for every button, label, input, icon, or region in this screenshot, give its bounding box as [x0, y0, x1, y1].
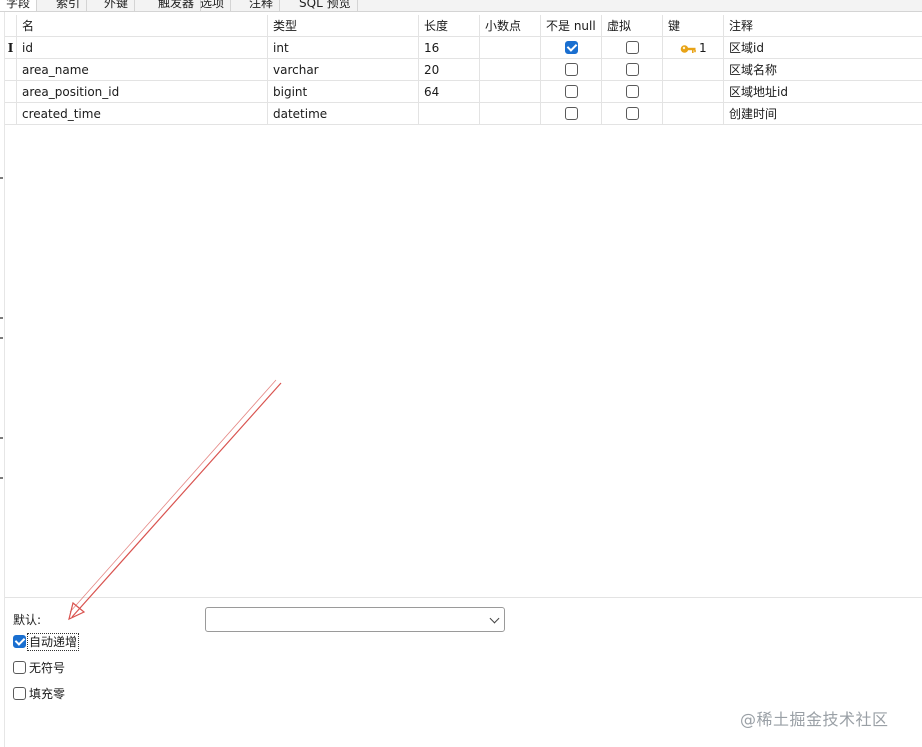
field-type-cell[interactable]: datetime [268, 103, 419, 125]
virtual-cell [602, 37, 663, 59]
header-key[interactable]: 键 [663, 15, 724, 37]
not-null-cell [541, 59, 602, 81]
not-null-checkbox[interactable] [564, 85, 578, 98]
field-length-cell[interactable]: 64 [419, 81, 480, 103]
table-row[interactable]: area_position_id bigint 64 区域地址id [5, 81, 922, 103]
field-length-cell[interactable]: 16 [419, 37, 480, 59]
key-cell[interactable]: 1 [663, 37, 724, 59]
field-comment-cell[interactable]: 区域地址id [724, 81, 922, 103]
zerofill-option[interactable]: 填充零 [13, 686, 66, 702]
header-name[interactable]: 名 [17, 15, 268, 37]
header-virtual[interactable]: 虚拟 [602, 15, 663, 37]
field-name-cell[interactable]: created_time [17, 103, 268, 125]
virtual-checkbox[interactable] [625, 85, 639, 98]
panel-divider [5, 597, 922, 598]
virtual-checkbox[interactable] [625, 41, 639, 54]
table-row[interactable]: I id int 16 1 区域id [5, 37, 922, 59]
edge-mark [0, 437, 3, 439]
header-decimal[interactable]: 小数点 [480, 15, 541, 37]
auto-increment-option[interactable]: 自动递增 [13, 633, 80, 651]
tab-foreign-keys[interactable]: 外键 [98, 0, 136, 11]
field-type-cell[interactable]: int [268, 37, 419, 59]
default-label: 默认: [13, 613, 42, 627]
field-length-cell[interactable] [419, 103, 480, 125]
not-null-cell [541, 37, 602, 59]
unsigned-checkbox[interactable] [13, 660, 26, 674]
watermark-text: @稀土掘金技术社区 [740, 710, 889, 729]
field-decimal-cell[interactable] [480, 59, 541, 81]
row-indicator [5, 103, 17, 125]
tab-comment[interactable]: 注释 [243, 0, 281, 11]
field-length-cell[interactable]: 20 [419, 59, 480, 81]
table-row[interactable]: created_time datetime 创建时间 [5, 103, 922, 125]
virtual-cell [602, 81, 663, 103]
header-length[interactable]: 长度 [419, 15, 480, 37]
field-name-cell[interactable]: area_name [17, 59, 268, 81]
virtual-cell [602, 59, 663, 81]
field-type-cell[interactable]: varchar [268, 59, 419, 81]
field-decimal-cell[interactable] [480, 37, 541, 59]
row-indicator [5, 59, 17, 81]
not-null-cell [541, 81, 602, 103]
key-cell[interactable] [663, 59, 724, 81]
field-comment-cell[interactable]: 区域名称 [724, 59, 922, 81]
zerofill-label[interactable]: 填充零 [28, 686, 66, 702]
key-cell[interactable] [663, 81, 724, 103]
default-select[interactable] [205, 607, 505, 632]
auto-increment-checkbox[interactable] [13, 634, 26, 648]
edge-mark [0, 317, 3, 319]
field-decimal-cell[interactable] [480, 81, 541, 103]
key-order: 1 [699, 41, 707, 55]
virtual-cell [602, 103, 663, 125]
grid-header: 名 类型 长度 小数点 不是 null 虚拟 键 注释 [5, 15, 922, 37]
tab-options[interactable]: 选项 [194, 0, 232, 11]
auto-increment-label[interactable]: 自动递增 [26, 633, 80, 651]
edge-mark [0, 177, 3, 179]
fields-grid: 名 类型 长度 小数点 不是 null 虚拟 键 注释 I id int 16 [5, 15, 922, 125]
header-not-null[interactable]: 不是 null [541, 15, 602, 37]
field-name-cell[interactable]: area_position_id [17, 81, 268, 103]
field-comment-cell[interactable]: 创建时间 [724, 103, 922, 125]
edge-mark [0, 337, 3, 339]
unsigned-label[interactable]: 无符号 [28, 660, 66, 676]
not-null-cell [541, 103, 602, 125]
field-type-cell[interactable]: bigint [268, 81, 419, 103]
field-comment-cell[interactable]: 区域id [724, 37, 922, 59]
row-indicator: I [5, 37, 17, 59]
tab-fields[interactable]: 字段 [0, 0, 38, 11]
not-null-checkbox[interactable] [564, 63, 578, 76]
header-type[interactable]: 类型 [268, 15, 419, 37]
tab-strip: 字段 索引 外键 触发器 选项 注释 SQL 预览 [0, 0, 922, 12]
edge-mark [0, 477, 3, 479]
header-comment[interactable]: 注释 [724, 15, 922, 37]
field-decimal-cell[interactable] [480, 103, 541, 125]
zerofill-checkbox[interactable] [13, 686, 26, 700]
row-indicator [5, 81, 17, 103]
header-indicator [5, 15, 17, 37]
table-row[interactable]: area_name varchar 20 区域名称 [5, 59, 922, 81]
unsigned-option[interactable]: 无符号 [13, 660, 66, 676]
key-icon [680, 45, 696, 53]
tab-sql-preview[interactable]: SQL 预览 [293, 0, 358, 11]
chevron-down-icon [489, 613, 500, 624]
not-null-checkbox[interactable] [564, 41, 578, 54]
tab-indexes[interactable]: 索引 [50, 0, 88, 11]
key-cell[interactable] [663, 103, 724, 125]
virtual-checkbox[interactable] [625, 63, 639, 76]
not-null-checkbox[interactable] [564, 107, 578, 120]
field-name-cell[interactable]: id [17, 37, 268, 59]
virtual-checkbox[interactable] [625, 107, 639, 120]
